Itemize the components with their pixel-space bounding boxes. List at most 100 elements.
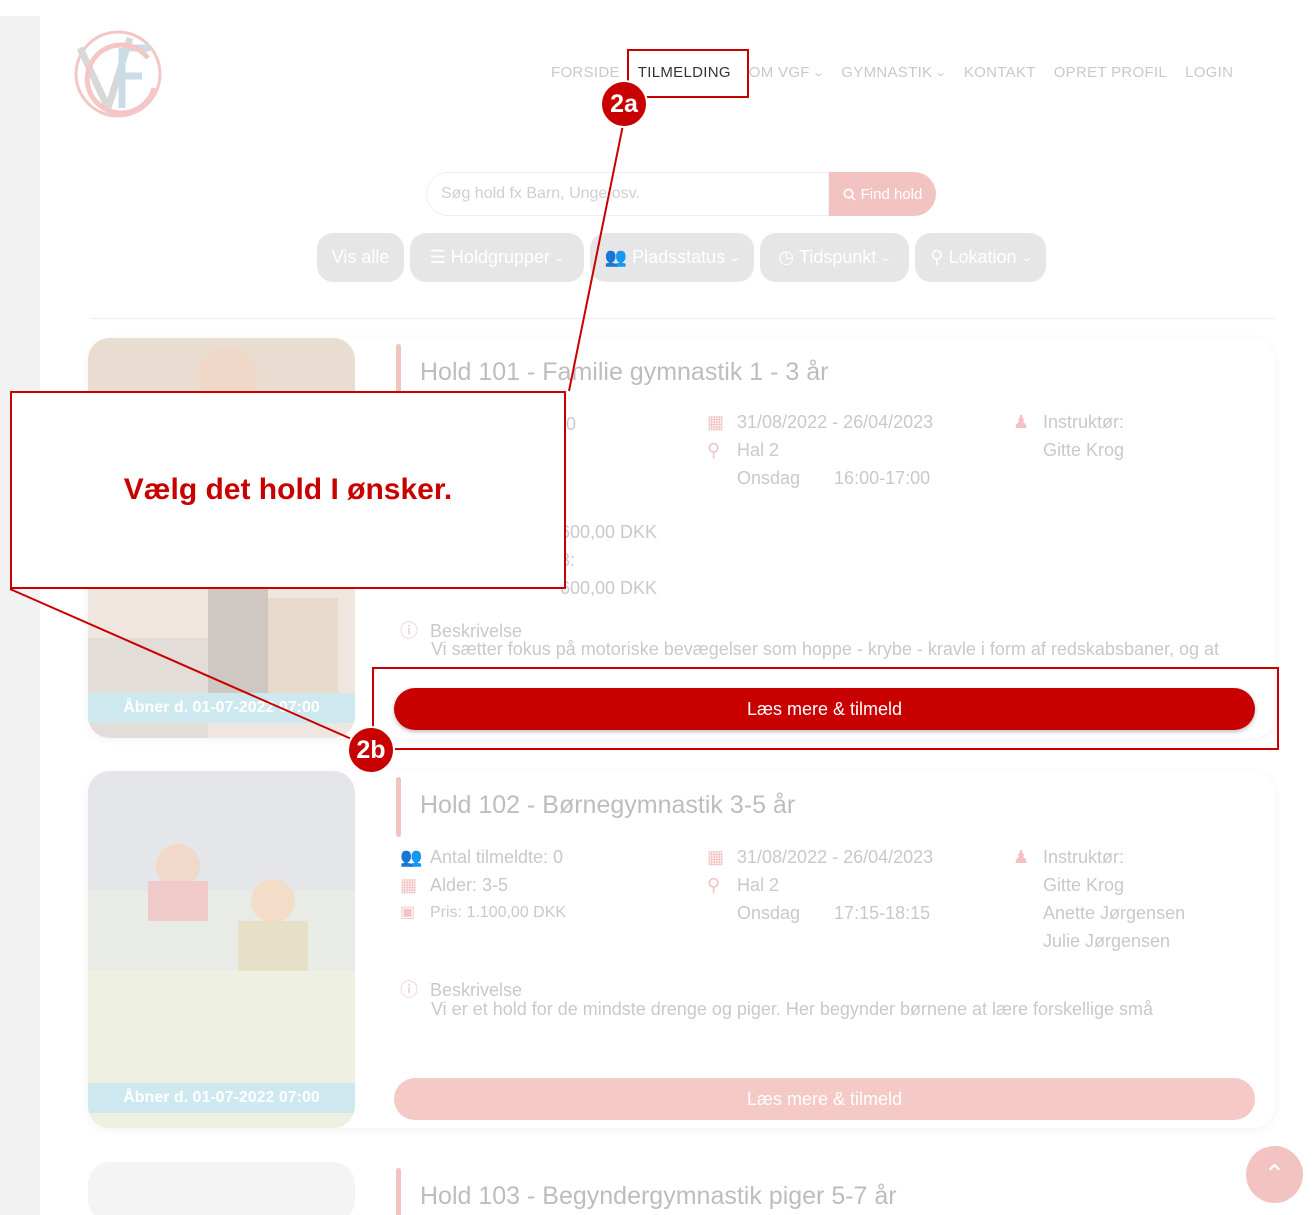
hold-image[interactable]: Åbner d. 01-07-2022 07:00 (88, 771, 355, 1128)
instructor-name: Gitte Krog (1043, 440, 1125, 460)
lokation-dropdown[interactable]: ⚲ Lokation ⌄ (915, 233, 1046, 282)
hold-title: Hold 103 - Begyndergymnastik piger 5-7 å… (420, 1182, 897, 1210)
show-all-label: Vis alle (331, 247, 390, 267)
opens-label: Åbner d. 01-07-2022 07:00 (88, 1083, 355, 1113)
hold-price-info: : 600,00 DKK 3: 600,00 DKK (560, 490, 657, 602)
hold-left-info: 👥 Antal tilmeldte: 0 ▦ Alder: 3-5 ▣ Pris: 1… (400, 843, 566, 927)
map-pin-icon: ⚲ (707, 875, 721, 895)
instructor-label: Instruktør: (1043, 847, 1125, 867)
hold-card: Hold 103 - Begyndergymnastik piger 5-7 å… (88, 1162, 1275, 1215)
venue: Hal 2 (737, 440, 780, 460)
nav-item-gymnastik[interactable]: GYMNASTIK ⌄ (841, 64, 948, 81)
nav-item-om-vgf[interactable]: OM VGF ⌄ (748, 64, 826, 81)
weekday: Onsdag (737, 903, 801, 923)
show-all-button[interactable]: Vis alle (317, 233, 404, 282)
gymnastics-photo (88, 771, 355, 1128)
nav-label: OM VGF (748, 64, 810, 81)
person-icon: ♟ (1013, 847, 1030, 867)
info-icon: ⓘ (400, 980, 418, 1000)
date-range: 31/08/2022 - 26/04/2023 (737, 412, 934, 432)
divider (90, 318, 1275, 319)
hold-title: Hold 101 - Familie gymnastik 1 - 3 år (420, 358, 829, 386)
info-icon: ⓘ (400, 621, 418, 641)
chevron-up-icon: ⌃ (1263, 1159, 1286, 1189)
price-label-partial: : (560, 490, 657, 518)
hold-schedule: ▦ 31/08/2022 - 26/04/2023 ⚲ Hal 2 Onsdag 17… (707, 843, 933, 927)
lokation-label: Lokation (948, 247, 1017, 267)
callout-text: Vælg det hold I ønsker. (123, 473, 453, 506)
tidspunkt-dropdown[interactable]: ◷ Tidspunkt ⌄ (760, 233, 909, 282)
price: Pris: 1.100,00 DKK (430, 904, 567, 921)
chevron-down-icon: ⌄ (553, 252, 567, 264)
opens-label: Åbner d. 01-07-2022 07:00 (88, 693, 355, 723)
hold-schedule: ▦ 31/08/2022 - 26/04/2023 ⚲ Hal 2 Onsdag 16… (707, 408, 933, 492)
hold-image[interactable] (88, 1162, 355, 1215)
search-input[interactable]: Søg hold fx Barn, Unge osv. (426, 172, 829, 216)
hold-left-info: 0 (566, 410, 576, 438)
instruction-callout: Vælg det hold I ønsker. (10, 391, 566, 589)
pladsstatus-dropdown[interactable]: 👥 Pladsstatus ⌄ (590, 233, 754, 282)
title-accent-bar (396, 777, 401, 837)
nav-item-login[interactable]: LOGIN (1185, 64, 1233, 81)
instructor-name: Julie Jørgensen (1043, 931, 1171, 951)
scroll-to-top-button[interactable]: ⌃ (1246, 1146, 1303, 1203)
chevron-down-icon: ⌄ (728, 252, 742, 264)
instructor-name: Gitte Krog (1043, 875, 1125, 895)
venue: Hal 2 (737, 875, 780, 895)
money-icon: ▣ (400, 904, 416, 921)
nav-label: KONTAKT (963, 64, 1036, 81)
filter-bar: Vis alle ☰ Holdgrupper ⌄ 👥 Pladsstatus ⌄ ◷ Ti… (317, 233, 1046, 282)
search-icon (843, 188, 856, 201)
description-text: Vi sætter fokus på motoriske bevægelser … (431, 639, 1220, 659)
chevron-down-icon: ⌄ (879, 252, 893, 264)
price-label-partial: 3: (560, 550, 576, 570)
users-icon: 👥 (400, 847, 423, 867)
person-icon: ♟ (1013, 412, 1030, 432)
hold-instructors: ♟ Instruktør: Gitte Krog (1013, 408, 1124, 464)
chevron-down-icon: ⌄ (934, 67, 948, 79)
nav-label: OPRET PROFIL (1053, 64, 1168, 81)
nav-item-kontakt[interactable]: KONTAKT (964, 64, 1036, 81)
age: Alder: 3-5 (430, 875, 509, 895)
list-icon: ☰ (429, 247, 446, 267)
participants-partial: 0 (566, 414, 577, 434)
map-pin-icon: ⚲ (930, 247, 944, 267)
chevron-down-icon: ⌄ (1019, 252, 1033, 264)
highlight-signup-button (372, 667, 1279, 750)
price-value: 600,00 DKK (560, 578, 658, 598)
users-icon: 👥 (604, 247, 628, 267)
tidspunkt-label: Tidspunkt (799, 247, 877, 267)
description-label: Beskrivelse (430, 621, 523, 641)
title-accent-bar (396, 1168, 401, 1215)
nav-label: FORSIDE (551, 64, 620, 81)
description-label: Beskrivelse (430, 980, 523, 1000)
price-value: 600,00 DKK (560, 522, 658, 542)
clock-icon: ◷ (778, 247, 795, 267)
find-hold-label: Find hold (860, 185, 923, 203)
nav-label: GYMNASTIK (841, 64, 933, 81)
date-range: 31/08/2022 - 26/04/2023 (737, 847, 934, 867)
participants: Antal tilmeldte: 0 (430, 847, 564, 867)
hold-instructors: ♟ Instruktør: Gitte Krog Anette Jørgensen… (1013, 843, 1185, 955)
hold-card: Åbner d. 01-07-2022 07:00 Hold 102 - Bør… (88, 771, 1275, 1128)
pladsstatus-label: Pladsstatus (632, 247, 726, 267)
time-range: 17:15-18:15 (834, 903, 931, 923)
instructor-name: Anette Jørgensen (1043, 903, 1186, 923)
find-hold-button[interactable]: Find hold (829, 172, 936, 216)
nav-item-forside[interactable]: FORSIDE (551, 64, 620, 81)
nav-item-opret-profil[interactable]: OPRET PROFIL (1054, 64, 1167, 81)
step-marker-2b: 2b (347, 726, 395, 774)
description-text: Vi er et hold for de mindste drenge og p… (431, 999, 1154, 1019)
chevron-down-icon: ⌄ (811, 67, 826, 79)
holdgrupper-label: Holdgrupper (450, 247, 550, 267)
search-bar: Søg hold fx Barn, Unge osv. Find hold (426, 172, 936, 216)
highlight-tilmelding (627, 49, 749, 98)
map-pin-icon: ⚲ (707, 440, 721, 460)
vgf-logo[interactable] (70, 28, 166, 120)
step-marker-2a: 2a (600, 80, 648, 128)
calendar-icon: ▦ (707, 847, 725, 867)
holdgrupper-dropdown[interactable]: ☰ Holdgrupper ⌄ (410, 233, 584, 282)
read-more-signup-button[interactable]: Læs mere & tilmeld (394, 1078, 1255, 1120)
time-range: 16:00-17:00 (834, 468, 931, 488)
weekday: Onsdag (737, 468, 801, 488)
